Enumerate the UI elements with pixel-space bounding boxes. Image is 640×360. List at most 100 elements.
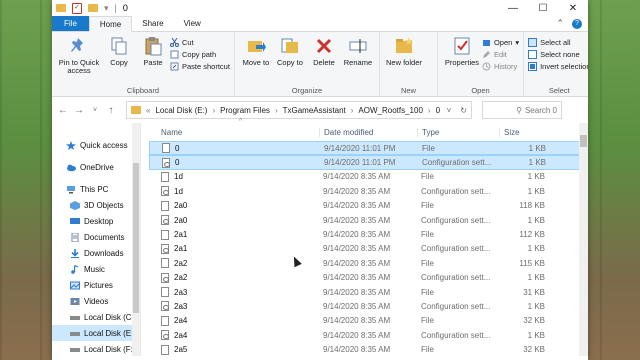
breadcrumb-local-disk-e[interactable]: Local Disk (E:) [155, 106, 207, 115]
chevron-up-icon[interactable]: ⌃ [556, 18, 564, 29]
help-icon[interactable]: ? [572, 18, 582, 29]
table-row[interactable]: 2a3 9/14/2020 8:35 AM Configuration sett..… [149, 299, 588, 313]
open-dropdown-icon[interactable]: ▾ [515, 38, 519, 47]
nav-item-pictures[interactable]: Pictures [52, 277, 140, 293]
back-arrow-icon[interactable]: ← [58, 105, 68, 116]
breadcrumb-0[interactable]: 0 [436, 106, 440, 115]
file-name-label: 1d [174, 186, 183, 196]
forward-arrow-icon[interactable]: → [74, 105, 84, 116]
properties-quick-icon[interactable]: ✓ [72, 2, 82, 14]
file-list-scroll-thumb[interactable] [580, 135, 587, 147]
minimize-button[interactable]: — [498, 3, 528, 14]
table-row[interactable]: 2a0 9/14/2020 8:35 AM Configuration sett..… [149, 213, 588, 227]
tab-view[interactable]: View [174, 16, 211, 31]
file-size: 1 KB [527, 330, 545, 340]
copy-to-button[interactable]: Copy to [273, 36, 307, 84]
table-row[interactable]: 2a2 9/14/2020 8:35 AM File 115 KB [149, 256, 588, 270]
copy-path-button[interactable]: Copy path [170, 50, 230, 59]
open-button[interactable]: Open ▾ [482, 38, 519, 47]
table-row[interactable]: 2a1 9/14/2020 8:35 AM Configuration sett..… [149, 242, 588, 256]
nav-item-desktop[interactable]: Desktop [52, 213, 140, 229]
table-row[interactable]: 0 9/14/2020 11:01 PM Configuration sett...… [149, 155, 588, 170]
history-button[interactable]: History [482, 62, 519, 71]
nav-item-3d-objects[interactable]: 3D Objects [52, 197, 140, 213]
tab-home[interactable]: Home [88, 16, 133, 32]
file-list-scrollbar[interactable] [579, 123, 588, 356]
column-header-type[interactable]: Type [417, 127, 499, 137]
navigation-pane-scrollbar[interactable] [132, 123, 140, 356]
rename-button[interactable]: Rename [341, 36, 375, 84]
file-name: 2a0 [149, 215, 319, 226]
column-header-size[interactable]: Size [499, 127, 547, 137]
file-explorer-window: ✓ ▾ | 0 — ☐ ✕ File Home Share View ⌃ ? P… [52, 0, 588, 360]
config-file-icon [161, 186, 169, 197]
nav-item-onedrive[interactable]: OneDrive [52, 159, 140, 175]
nav-item-local-disk-e[interactable]: Local Disk (E:) [52, 325, 140, 341]
properties-label: Properties [444, 58, 480, 67]
breadcrumb-txgameassistant[interactable]: TxGameAssistant [283, 106, 346, 115]
nav-item-documents[interactable]: Documents [52, 229, 140, 245]
table-row[interactable]: 2a4 9/14/2020 8:35 AM Configuration sett..… [149, 328, 588, 342]
table-row[interactable]: 2a1 9/14/2020 8:35 AM File 112 KB [149, 227, 588, 241]
file-type: Configuration sett... [421, 330, 491, 340]
recent-locations-chevron-icon[interactable]: ˅ [90, 107, 100, 114]
table-row[interactable]: 2a3 9/14/2020 8:35 AM File 31 KB [149, 285, 588, 299]
column-header-name[interactable]: Name [149, 128, 319, 137]
new-folder-button[interactable]: New folder [384, 36, 424, 84]
file-date-modified: 9/14/2020 11:01 PM [324, 143, 396, 153]
tab-file[interactable]: File [52, 16, 89, 31]
file-size: 1 KB [527, 244, 545, 254]
table-row[interactable]: 2a2 9/14/2020 8:35 AM Configuration sett..… [149, 271, 588, 285]
close-button[interactable]: ✕ [558, 3, 588, 14]
breadcrumb-program-files[interactable]: Program Files [220, 106, 270, 115]
file-date-modified: 9/14/2020 11:01 PM [324, 158, 396, 168]
properties-button[interactable]: Properties [442, 36, 482, 84]
new-folder-label: New folder [386, 58, 422, 67]
file-name: 2a3 [149, 301, 319, 312]
move-to-button[interactable]: Move to [239, 36, 273, 84]
new-item-dropdown[interactable] [424, 38, 433, 47]
pin-to-quick-access-button[interactable]: Pin to Quick access [56, 36, 102, 84]
document-icon [70, 232, 80, 242]
edit-button[interactable]: Edit [482, 50, 519, 59]
nav-item-videos[interactable]: Videos [52, 293, 140, 309]
nav-item-this-pc[interactable]: This PC [52, 181, 140, 197]
paste-button[interactable]: Paste [136, 36, 170, 84]
select-all-button[interactable]: Select all [528, 38, 588, 47]
copy-button[interactable]: Copy [102, 36, 136, 84]
refresh-icon[interactable]: ↻ [456, 106, 471, 115]
delete-button[interactable]: Delete [307, 36, 341, 84]
up-arrow-icon[interactable]: ↑ [106, 105, 116, 116]
nav-item-local-disk-c[interactable]: Local Disk (C:) [52, 309, 140, 325]
nav-item-downloads[interactable]: Downloads [52, 245, 140, 261]
table-row[interactable]: 0 9/14/2020 11:01 PM File 1 KB [149, 141, 588, 156]
table-row[interactable]: 1d 9/14/2020 8:35 AM Configuration sett...… [149, 184, 588, 198]
file-size: 118 KB [519, 201, 545, 211]
search-input[interactable]: ⚲ Search 0 [482, 101, 562, 119]
table-row[interactable]: 2a5 9/14/2020 8:35 AM File 32 KB [149, 342, 588, 356]
cut-button[interactable]: Cut [170, 37, 230, 47]
quick-access-toolbar-dropdown-icon[interactable]: ▾ [104, 3, 109, 14]
nav-item-local-disk-f[interactable]: Local Disk (F:) [52, 341, 140, 357]
invert-selection-button[interactable]: Invert selection [528, 62, 588, 71]
table-row[interactable]: 1d 9/14/2020 8:35 AM File 1 KB [149, 170, 588, 184]
navigation-pane-scroll-thumb[interactable] [133, 163, 139, 313]
file-name-label: 2a4 [174, 330, 188, 340]
breadcrumb-aow-rootfs-100[interactable]: AOW_Rootfs_100 [358, 106, 422, 115]
table-row[interactable]: 2a0 9/14/2020 8:35 AM File 118 KB [149, 199, 588, 213]
column-header-date-modified[interactable]: Date modified [319, 127, 417, 137]
tab-share[interactable]: Share [132, 16, 173, 31]
organize-group-label: Organize [291, 86, 323, 95]
file-name-label: 2a2 [174, 273, 188, 283]
table-row[interactable]: 2a4 9/14/2020 8:35 AM File 32 KB [149, 314, 588, 328]
nav-item-quick-access[interactable]: Quick access [52, 137, 140, 153]
address-dropdown-icon[interactable]: ˅ [447, 106, 452, 115]
maximize-button[interactable]: ☐ [528, 3, 558, 14]
file-name: 2a2 [149, 272, 319, 283]
paste-shortcut-button[interactable]: Paste shortcut [170, 62, 230, 71]
address-bar[interactable]: « Local Disk (E:) › Program Files › TxGa… [126, 101, 472, 119]
new-folder-quick-icon[interactable] [88, 4, 98, 12]
nav-item-music[interactable]: Music [52, 261, 140, 277]
move-to-icon [246, 36, 266, 56]
select-none-button[interactable]: Select none [528, 50, 588, 59]
